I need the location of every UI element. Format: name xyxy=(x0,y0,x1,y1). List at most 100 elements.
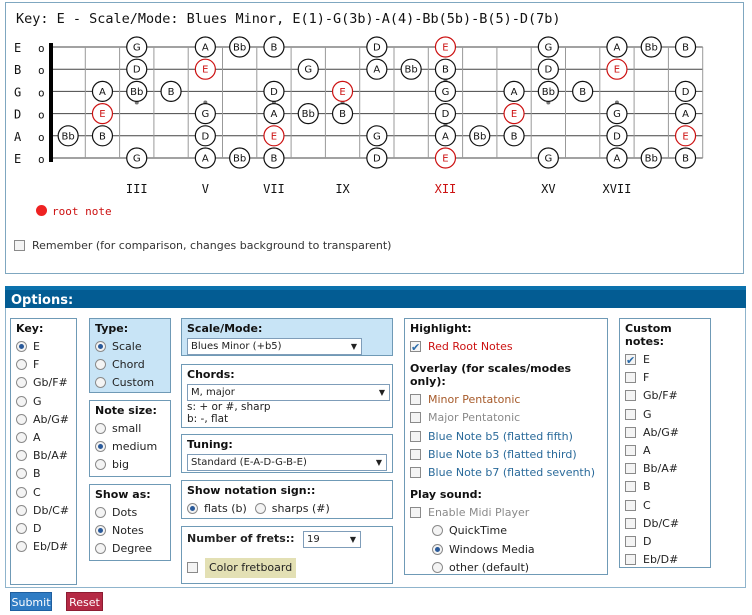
show-as-option[interactable]: Dots xyxy=(95,504,165,522)
key-radio[interactable] xyxy=(16,377,27,389)
note-size-option[interactable]: medium xyxy=(95,438,165,456)
red-root-option[interactable]: Red Root Notes xyxy=(410,338,602,357)
custom-note-checkbox[interactable] xyxy=(625,499,636,511)
overlay-checkbox[interactable] xyxy=(410,430,421,442)
key-option[interactable]: Db/C# xyxy=(16,502,71,520)
show-as-option[interactable]: Degree xyxy=(95,540,165,558)
custom-note-checkbox[interactable] xyxy=(625,352,636,370)
custom-note-checkbox[interactable] xyxy=(625,390,636,402)
custom-note-option[interactable]: Ab/G# xyxy=(625,424,705,442)
overlay-option[interactable]: Blue Note b3 (flatted third) xyxy=(410,446,602,464)
show-as-option[interactable]: Notes xyxy=(95,522,165,540)
custom-note-option[interactable]: Eb/D# xyxy=(625,551,705,569)
submit-button[interactable]: Submit xyxy=(10,592,52,611)
type-radio[interactable] xyxy=(95,377,106,389)
scale-mode-select[interactable]: Blues Minor (+b5) ▼ xyxy=(187,338,362,355)
overlay-checkbox[interactable] xyxy=(410,394,421,406)
type-option[interactable]: Custom xyxy=(95,374,165,392)
custom-note-option[interactable]: Gb/F# xyxy=(625,387,705,405)
notation-option[interactable]: sharps (#) xyxy=(254,502,330,515)
show-as-radio[interactable] xyxy=(95,507,106,518)
key-option[interactable]: D xyxy=(16,520,71,538)
note-size-radio[interactable] xyxy=(95,423,106,434)
key-radio[interactable] xyxy=(16,413,27,425)
midi-option[interactable]: Enable Midi Player xyxy=(410,504,602,522)
type-radio[interactable] xyxy=(95,341,106,352)
player-option[interactable]: QuickTime xyxy=(432,522,602,540)
notation-radio[interactable] xyxy=(254,503,266,514)
key-radio[interactable] xyxy=(16,431,27,443)
custom-note-option[interactable]: B xyxy=(625,478,705,496)
custom-note-checkbox[interactable] xyxy=(625,554,636,566)
key-radio[interactable] xyxy=(16,359,27,371)
notation-option[interactable]: flats (b) xyxy=(187,502,247,515)
player-option[interactable]: other (default) xyxy=(432,559,602,577)
key-radio[interactable] xyxy=(16,504,27,516)
note-size-option[interactable]: small xyxy=(95,420,165,438)
show-as-radio[interactable] xyxy=(95,525,106,537)
custom-note-checkbox[interactable] xyxy=(625,535,636,547)
overlay-checkbox[interactable] xyxy=(410,448,421,460)
key-radio[interactable] xyxy=(16,486,27,498)
custom-note-checkbox[interactable] xyxy=(625,481,636,493)
key-option[interactable]: G xyxy=(16,393,71,411)
key-option[interactable]: B xyxy=(16,465,71,483)
red-root-checkbox[interactable] xyxy=(410,339,421,357)
midi-checkbox[interactable] xyxy=(410,507,421,519)
type-option[interactable]: Chord xyxy=(95,356,165,374)
note-size-radio[interactable] xyxy=(95,459,106,471)
custom-note-checkbox[interactable] xyxy=(625,426,636,438)
key-option[interactable]: E xyxy=(16,338,71,356)
color-fretboard-option[interactable]: Color fretboard xyxy=(187,558,387,579)
custom-note-checkbox[interactable] xyxy=(625,372,636,384)
custom-note-option[interactable]: D xyxy=(625,533,705,551)
overlay-option[interactable]: Blue Note b5 (flatted fifth) xyxy=(410,428,602,446)
frets-select[interactable]: 19 ▼ xyxy=(303,530,362,548)
notation-radio[interactable] xyxy=(187,503,198,514)
remember-option[interactable]: Remember (for comparison, changes backgr… xyxy=(14,239,391,252)
player-option[interactable]: Windows Media xyxy=(432,541,602,559)
key-radio[interactable] xyxy=(16,450,27,462)
key-radio[interactable] xyxy=(16,341,27,352)
key-radio[interactable] xyxy=(16,522,27,534)
custom-note-checkbox[interactable] xyxy=(625,408,636,420)
custom-note-option[interactable]: F xyxy=(625,369,705,387)
remember-checkbox[interactable] xyxy=(14,240,25,251)
custom-note-checkbox[interactable] xyxy=(625,517,636,529)
custom-note-option[interactable]: E xyxy=(625,351,705,370)
note-size-radio[interactable] xyxy=(95,441,106,453)
show-as-radio[interactable] xyxy=(95,543,106,555)
custom-note-option[interactable]: Db/C# xyxy=(625,515,705,533)
custom-note-option[interactable]: G xyxy=(625,406,705,424)
reset-button[interactable]: Reset xyxy=(66,592,103,611)
key-option[interactable]: Ab/G# xyxy=(16,411,71,429)
custom-note-option[interactable]: A xyxy=(625,442,705,460)
custom-note-checkbox[interactable] xyxy=(625,463,636,475)
note-size-option[interactable]: big xyxy=(95,456,165,474)
type-option[interactable]: Scale xyxy=(95,338,165,356)
custom-note-option[interactable]: C xyxy=(625,497,705,515)
key-option[interactable]: Eb/D# xyxy=(16,538,71,556)
player-radio[interactable] xyxy=(432,543,443,555)
chords-select[interactable]: M, major ▼ xyxy=(187,384,390,401)
overlay-option[interactable]: Major Pentatonic xyxy=(410,409,602,427)
custom-note-option[interactable]: Bb/A# xyxy=(625,460,705,478)
overlay-option[interactable]: Minor Pentatonic xyxy=(410,391,602,409)
key-option[interactable]: C xyxy=(16,484,71,502)
player-radio[interactable] xyxy=(432,561,443,573)
custom-note-checkbox[interactable] xyxy=(625,444,636,456)
overlay-option[interactable]: Blue Note b7 (flatted seventh) xyxy=(410,464,602,482)
key-option[interactable]: Bb/A# xyxy=(16,447,71,465)
player-radio[interactable] xyxy=(432,525,443,537)
overlay-checkbox[interactable] xyxy=(410,466,421,478)
color-fretboard-checkbox[interactable] xyxy=(187,562,198,574)
type-radio[interactable] xyxy=(95,359,106,371)
key-radio[interactable] xyxy=(16,468,27,480)
key-option[interactable]: A xyxy=(16,429,71,447)
key-radio[interactable] xyxy=(16,395,27,407)
key-option[interactable]: Gb/F# xyxy=(16,374,71,392)
tuning-select[interactable]: Standard (E-A-D-G-B-E) ▼ xyxy=(187,454,387,471)
key-radio[interactable] xyxy=(16,541,27,553)
overlay-checkbox[interactable] xyxy=(410,412,421,424)
key-option[interactable]: F xyxy=(16,356,71,374)
